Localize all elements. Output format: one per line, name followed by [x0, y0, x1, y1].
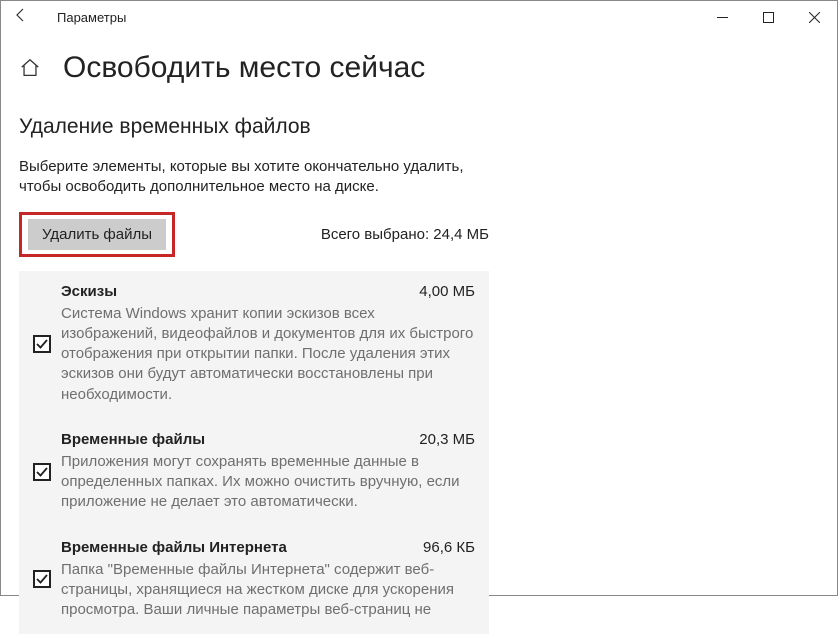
remove-button-highlight: Удалить файлы [19, 212, 175, 257]
list-item: Временные файлы Интернета 96,6 КБ Папка "В… [19, 527, 489, 634]
window-title: Параметры [57, 10, 126, 25]
content: Освободить место сейчас Удаление временн… [1, 33, 837, 634]
item-description: Папка "Временные файлы Интернета" содерж… [61, 560, 475, 621]
list-item: Временные файлы 20,3 МБ Приложения могут с… [19, 419, 489, 527]
item-description: Система Windows хранит копии эскизов все… [61, 304, 475, 405]
item-header: Эскизы 4,00 МБ [61, 283, 475, 300]
item-body: Временные файлы Интернета 96,6 КБ Папка "В… [61, 539, 475, 621]
total-selected-label: Всего выбрано: 24,4 МБ [321, 226, 489, 243]
item-body: Эскизы 4,00 МБ Система Windows хранит копи… [61, 283, 475, 405]
checkbox-column [33, 539, 61, 621]
header: Освободить место сейчас [19, 51, 819, 85]
close-button[interactable] [791, 1, 837, 33]
item-size: 20,3 МБ [419, 431, 475, 448]
page-title: Освободить место сейчас [63, 51, 425, 85]
list-item: Эскизы 4,00 МБ Система Windows хранит копи… [19, 271, 489, 419]
section-title: Удаление временных файлов [19, 115, 819, 139]
checkbox-column [33, 431, 61, 513]
item-title: Временные файлы Интернета [61, 539, 287, 556]
item-checkbox[interactable] [33, 335, 51, 353]
item-checkbox[interactable] [33, 570, 51, 588]
checkbox-column [33, 283, 61, 405]
item-size: 96,6 КБ [423, 539, 475, 556]
section-description: Выберите элементы, которые вы хотите око… [19, 157, 479, 198]
item-checkbox[interactable] [33, 463, 51, 481]
item-header: Временные файлы 20,3 МБ [61, 431, 475, 448]
items-list: Эскизы 4,00 МБ Система Windows хранит копи… [19, 271, 489, 634]
item-size: 4,00 МБ [419, 283, 475, 300]
action-row: Удалить файлы Всего выбрано: 24,4 МБ [19, 212, 489, 257]
item-body: Временные файлы 20,3 МБ Приложения могут с… [61, 431, 475, 513]
back-button[interactable] [13, 7, 33, 28]
remove-files-button[interactable]: Удалить файлы [28, 219, 166, 250]
item-header: Временные файлы Интернета 96,6 КБ [61, 539, 475, 556]
home-icon[interactable] [19, 57, 41, 79]
titlebar: Параметры [1, 1, 837, 33]
item-description: Приложения могут сохранять временные дан… [61, 452, 475, 513]
item-title: Временные файлы [61, 431, 205, 448]
maximize-button[interactable] [745, 1, 791, 33]
minimize-button[interactable] [699, 1, 745, 33]
item-title: Эскизы [61, 283, 117, 300]
window-controls [699, 1, 837, 33]
